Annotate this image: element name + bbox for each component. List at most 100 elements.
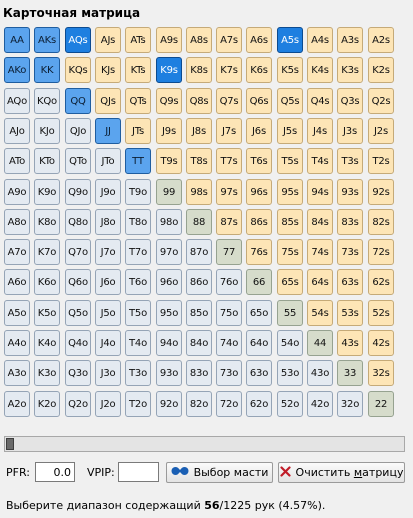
hand-cell-Q3o[interactable]: Q3o: [65, 360, 91, 386]
hand-cell-AJs[interactable]: AJs: [95, 27, 121, 53]
hand-cell-Q2s[interactable]: Q2s: [368, 88, 394, 114]
hand-cell-54o[interactable]: 54o: [277, 330, 303, 356]
hand-cell-T2s[interactable]: T2s: [368, 148, 394, 174]
hand-cell-85o[interactable]: 85o: [186, 300, 212, 326]
hand-cell-A4s[interactable]: A4s: [307, 27, 333, 53]
hand-cell-T5s[interactable]: T5s: [277, 148, 303, 174]
hand-cell-J6o[interactable]: J6o: [95, 269, 121, 295]
hand-cell-J7o[interactable]: J7o: [95, 239, 121, 265]
hand-cell-K8o[interactable]: K8o: [34, 209, 60, 235]
hand-cell-86s[interactable]: 86s: [246, 209, 272, 235]
hand-cell-J4s[interactable]: J4s: [307, 118, 333, 144]
hand-cell-J7s[interactable]: J7s: [216, 118, 242, 144]
hand-cell-32s[interactable]: 32s: [368, 360, 394, 386]
hand-cell-QTs[interactable]: QTs: [125, 88, 151, 114]
hand-cell-AQo[interactable]: AQo: [4, 88, 30, 114]
hand-cell-A3o[interactable]: A3o: [4, 360, 30, 386]
hand-cell-J6s[interactable]: J6s: [246, 118, 272, 144]
hand-cell-K8s[interactable]: K8s: [186, 57, 212, 83]
hand-cell-Q6s[interactable]: Q6s: [246, 88, 272, 114]
hand-cell-83o[interactable]: 83o: [186, 360, 212, 386]
hand-cell-83s[interactable]: 83s: [337, 209, 363, 235]
hand-cell-J2s[interactable]: J2s: [368, 118, 394, 144]
hand-cell-A8s[interactable]: A8s: [186, 27, 212, 53]
hand-cell-AJo[interactable]: AJo: [4, 118, 30, 144]
hand-cell-JJ[interactable]: JJ: [95, 118, 121, 144]
hand-cell-T9o[interactable]: T9o: [125, 179, 151, 205]
suit-select-button[interactable]: Выбор масти: [166, 462, 273, 483]
hand-cell-Q7s[interactable]: Q7s: [216, 88, 242, 114]
hand-cell-A5s[interactable]: A5s: [277, 27, 303, 53]
hand-cell-ATs[interactable]: ATs: [125, 27, 151, 53]
hand-cell-Q4o[interactable]: Q4o: [65, 330, 91, 356]
hand-cell-76s[interactable]: 76s: [246, 239, 272, 265]
hand-cell-K5s[interactable]: K5s: [277, 57, 303, 83]
hand-cell-T5o[interactable]: T5o: [125, 300, 151, 326]
hand-cell-Q8s[interactable]: Q8s: [186, 88, 212, 114]
hand-cell-AQs[interactable]: AQs: [65, 27, 91, 53]
hand-cell-T2o[interactable]: T2o: [125, 391, 151, 417]
hand-cell-J3o[interactable]: J3o: [95, 360, 121, 386]
hand-cell-J5o[interactable]: J5o: [95, 300, 121, 326]
hand-cell-K6s[interactable]: K6s: [246, 57, 272, 83]
hand-cell-KQs[interactable]: KQs: [65, 57, 91, 83]
hand-cell-77[interactable]: 77: [216, 239, 242, 265]
hand-cell-K9o[interactable]: K9o: [34, 179, 60, 205]
hand-cell-T3o[interactable]: T3o: [125, 360, 151, 386]
hand-cell-44[interactable]: 44: [307, 330, 333, 356]
hand-cell-75s[interactable]: 75s: [277, 239, 303, 265]
hand-cell-QJs[interactable]: QJs: [95, 88, 121, 114]
hand-cell-64s[interactable]: 64s: [307, 269, 333, 295]
hand-cell-99[interactable]: 99: [156, 179, 182, 205]
hand-cell-T3s[interactable]: T3s: [337, 148, 363, 174]
hand-cell-66[interactable]: 66: [246, 269, 272, 295]
hand-cell-65o[interactable]: 65o: [246, 300, 272, 326]
hand-cell-J9s[interactable]: J9s: [156, 118, 182, 144]
hand-cell-65s[interactable]: 65s: [277, 269, 303, 295]
hand-cell-T4o[interactable]: T4o: [125, 330, 151, 356]
hand-cell-K3o[interactable]: K3o: [34, 360, 60, 386]
hand-cell-A2s[interactable]: A2s: [368, 27, 394, 53]
hand-cell-AKs[interactable]: AKs: [34, 27, 60, 53]
hand-cell-85s[interactable]: 85s: [277, 209, 303, 235]
hand-cell-73o[interactable]: 73o: [216, 360, 242, 386]
hand-cell-KTs[interactable]: KTs: [125, 57, 151, 83]
hand-cell-92o[interactable]: 92o: [156, 391, 182, 417]
hand-cell-52o[interactable]: 52o: [277, 391, 303, 417]
hand-cell-42o[interactable]: 42o: [307, 391, 333, 417]
vpip-input[interactable]: [118, 462, 159, 482]
hand-cell-KJs[interactable]: KJs: [95, 57, 121, 83]
hand-cell-A7s[interactable]: A7s: [216, 27, 242, 53]
hand-cell-K4s[interactable]: K4s: [307, 57, 333, 83]
hand-cell-K2s[interactable]: K2s: [368, 57, 394, 83]
hand-cell-96o[interactable]: 96o: [156, 269, 182, 295]
hand-cell-T8s[interactable]: T8s: [186, 148, 212, 174]
pfr-input[interactable]: [35, 462, 75, 482]
hand-cell-Q3s[interactable]: Q3s: [337, 88, 363, 114]
hand-cell-22[interactable]: 22: [368, 391, 394, 417]
hand-cell-T9s[interactable]: T9s: [156, 148, 182, 174]
hand-cell-T7o[interactable]: T7o: [125, 239, 151, 265]
hand-cell-K3s[interactable]: K3s: [337, 57, 363, 83]
hand-cell-74s[interactable]: 74s: [307, 239, 333, 265]
hand-cell-Q7o[interactable]: Q7o: [65, 239, 91, 265]
clear-matrix-button[interactable]: Очистить матрицу: [278, 462, 405, 483]
hand-cell-87o[interactable]: 87o: [186, 239, 212, 265]
hand-cell-87s[interactable]: 87s: [216, 209, 242, 235]
hand-cell-97o[interactable]: 97o: [156, 239, 182, 265]
hand-cell-43s[interactable]: 43s: [337, 330, 363, 356]
hand-cell-KK[interactable]: KK: [34, 57, 60, 83]
hand-cell-QTo[interactable]: QTo: [65, 148, 91, 174]
hand-cell-93s[interactable]: 93s: [337, 179, 363, 205]
hand-cell-T8o[interactable]: T8o: [125, 209, 151, 235]
slider-thumb[interactable]: [6, 438, 14, 450]
hand-cell-84s[interactable]: 84s: [307, 209, 333, 235]
hand-cell-Q2o[interactable]: Q2o: [65, 391, 91, 417]
hand-cell-75o[interactable]: 75o: [216, 300, 242, 326]
range-slider[interactable]: [4, 436, 405, 452]
hand-cell-95o[interactable]: 95o: [156, 300, 182, 326]
hand-cell-T7s[interactable]: T7s: [216, 148, 242, 174]
hand-cell-A6o[interactable]: A6o: [4, 269, 30, 295]
hand-cell-A9s[interactable]: A9s: [156, 27, 182, 53]
hand-cell-A9o[interactable]: A9o: [4, 179, 30, 205]
